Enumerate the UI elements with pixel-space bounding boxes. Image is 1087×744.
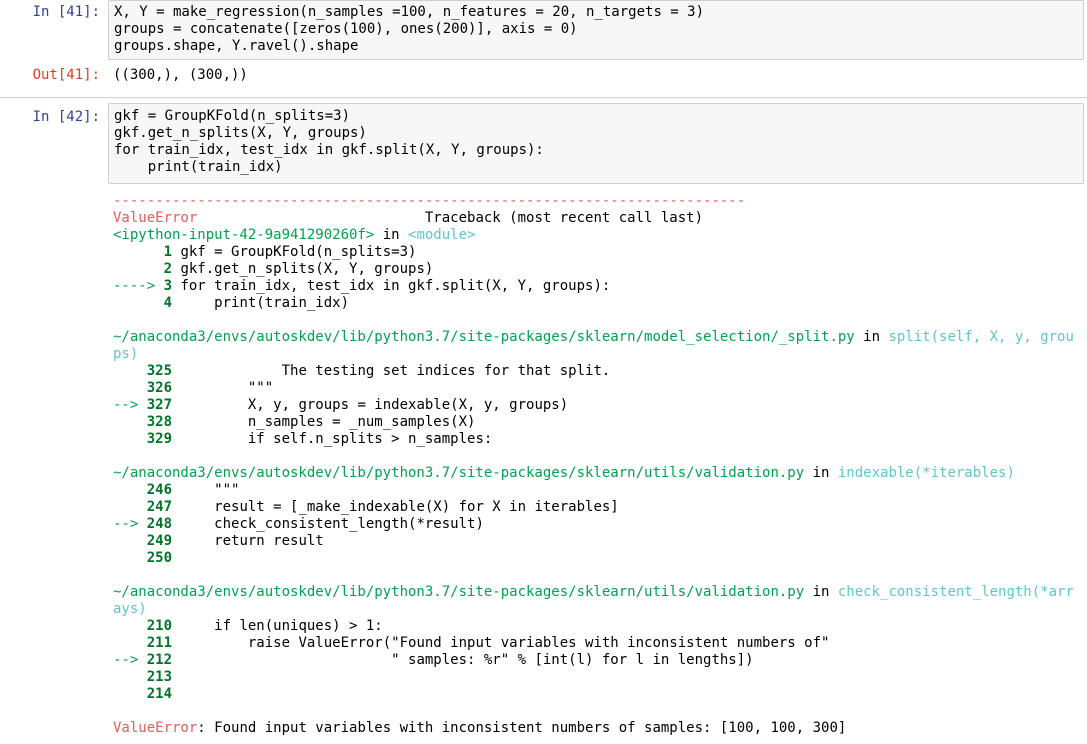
line-number: 1 (163, 244, 173, 260)
traceback-dashes: ----------------------------------------… (113, 193, 746, 209)
line-number: 210 (146, 618, 173, 634)
in-prompt-42: In [42]: (32, 109, 100, 125)
traceback-line: 2 gkf.get_n_splits(X, Y, groups) (163, 261, 434, 277)
final-error-message: : Found input variables with inconsisten… (197, 720, 847, 736)
traceback-line: --> 248 check_consistent_length(*result) (113, 516, 484, 532)
line-number: 247 (146, 499, 173, 515)
frame-header: <ipython-input-42-9a941290260f> in <modu… (113, 227, 476, 243)
line-number: 214 (146, 686, 173, 702)
cell-separator (0, 97, 1087, 98)
traceback-line: 326 """ (146, 380, 274, 396)
line-number: 211 (146, 635, 173, 651)
traceback-line: 329 if self.n_splits > n_samples: (146, 431, 493, 447)
frame-header: ~/anaconda3/envs/autoskdev/lib/python3.7… (113, 584, 1074, 600)
traceback-line: 1 gkf = GroupKFold(n_splits=3) (163, 244, 417, 260)
frame-header: ~/anaconda3/envs/autoskdev/lib/python3.7… (113, 465, 1015, 481)
final-error-name: ValueError (113, 720, 198, 736)
line-number: 329 (146, 431, 173, 447)
traceback-header: ValueError Traceback (most recent call l… (113, 210, 1083, 227)
frame-function: <module> (408, 227, 476, 243)
frame-path: ~/anaconda3/envs/autoskdev/lib/python3.7… (113, 465, 805, 481)
traceback-line: 214 (113, 686, 1083, 703)
out-prompt-41: Out[41]: (32, 67, 100, 83)
error-name: ValueError (113, 210, 198, 226)
line-number: 250 (146, 550, 173, 566)
code-line: groups.shape, Y.ravel().shape (114, 38, 359, 54)
frame-path: ~/anaconda3/envs/autoskdev/lib/python3.7… (113, 329, 855, 345)
frame-path: ~/anaconda3/envs/autoskdev/lib/python3.7… (113, 584, 805, 600)
traceback-line: 249 return result (146, 533, 324, 549)
code-line: for train_idx, test_idx in gkf.split(X, … (114, 142, 544, 158)
notebook-page: In [41]: X, Y = make_regression(n_sample… (0, 0, 1087, 744)
frame-location: <ipython-input-42-9a941290260f> (113, 227, 375, 243)
traceback-line: --> 327 X, y, groups = indexable(X, y, g… (113, 397, 569, 413)
code-line: X, Y = make_regression(n_samples =100, n… (114, 4, 705, 20)
frame-lines: 1 gkf = GroupKFold(n_splits=3) 2 gkf.get… (113, 244, 1083, 312)
traceback-line: ----> 3 for train_idx, test_idx in gkf.s… (113, 278, 611, 294)
frame-function: check_consistent_length(*arr (837, 584, 1074, 600)
in-prompt-41: In [41]: (32, 4, 100, 20)
traceback-line: 250 (113, 550, 1083, 567)
traceback-output: ----------------------------------------… (113, 193, 1083, 737)
line-number: 4 (163, 295, 173, 311)
line-number: 248 (146, 516, 173, 532)
line-number: 3 (163, 278, 173, 294)
traceback-line: 246 """ (146, 482, 240, 498)
frame-function-wrap: ps) (113, 346, 139, 362)
frame-function: split(self, X, y, grou (888, 329, 1074, 345)
code-line: gkf = GroupKFold(n_splits=3) (114, 108, 351, 124)
cell-output-41: ((300,), (300,)) (113, 67, 248, 83)
traceback-line: 211 raise ValueError("Found input variab… (146, 635, 830, 651)
frame-header: ~/anaconda3/envs/autoskdev/lib/python3.7… (113, 329, 1074, 345)
traceback-line: --> 212 " samples: %r" % [int(l) for l i… (113, 652, 754, 668)
frame-lines: 325 The testing set indices for that spl… (113, 363, 1083, 448)
line-number: 246 (146, 482, 173, 498)
traceback-line: 325 The testing set indices for that spl… (146, 363, 611, 379)
traceback-label: Traceback (most recent call last) (424, 210, 704, 226)
traceback-line: 4 print(train_idx) (163, 295, 350, 311)
traceback-line: 328 n_samples = _num_samples(X) (146, 414, 476, 430)
line-number: 213 (146, 669, 173, 685)
line-number: 328 (146, 414, 173, 430)
code-line: print(train_idx) (114, 159, 283, 175)
traceback-line: 210 if len(uniques) > 1: (146, 618, 383, 634)
line-number: 325 (146, 363, 173, 379)
line-number: 326 (146, 380, 173, 396)
line-number: 327 (146, 397, 173, 413)
traceback-line: 247 result = [_make_indexable(X) for X i… (146, 499, 619, 515)
code-cell-41[interactable]: X, Y = make_regression(n_samples =100, n… (108, 0, 1084, 60)
frame-lines: 246 """ 247 result = [_make_indexable(X)… (113, 482, 1083, 567)
frame-function-wrap: ays) (113, 601, 147, 617)
line-number: 212 (146, 652, 173, 668)
code-line: groups = concatenate([zeros(100), ones(2… (114, 21, 578, 37)
frame-lines: 210 if len(uniques) > 1: 211 raise Value… (113, 618, 1083, 703)
final-error: ValueError: Found input variables with i… (113, 720, 1083, 737)
code-line: gkf.get_n_splits(X, Y, groups) (114, 125, 367, 141)
traceback-line: 213 (113, 669, 1083, 686)
frame-function: indexable(*iterables) (837, 465, 1015, 481)
code-cell-42[interactable]: gkf = GroupKFold(n_splits=3) gkf.get_n_s… (108, 103, 1084, 184)
line-number: 249 (146, 533, 173, 549)
line-number: 2 (163, 261, 173, 277)
